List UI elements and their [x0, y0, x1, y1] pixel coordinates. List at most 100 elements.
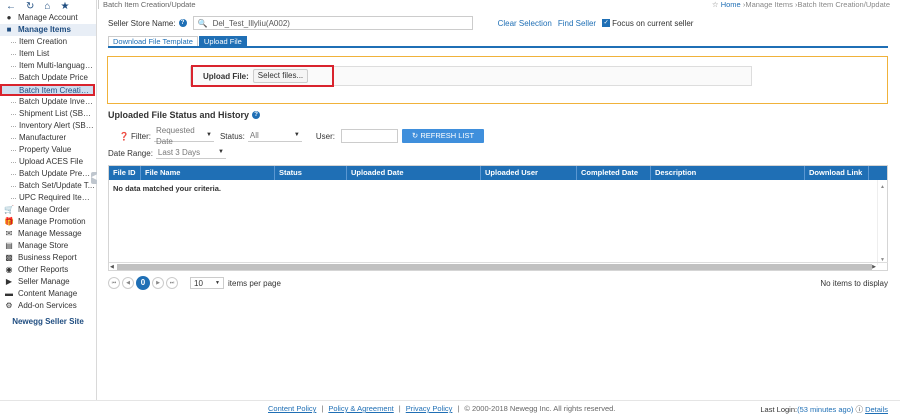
footer-links: Content Policy | Policy & Agreement | Pr… [268, 404, 615, 413]
search-icon[interactable]: 🔍 [198, 19, 208, 28]
footer-separator: | [321, 404, 324, 413]
checkbox-checked-icon[interactable]: ✓ [602, 19, 611, 27]
sidebar-item-manage-store[interactable]: ▤ Manage Store [0, 240, 96, 252]
star-icon[interactable]: ★ [60, 1, 69, 12]
help-icon[interactable]: ❓ [119, 132, 129, 141]
horizontal-scrollbar[interactable]: ◀ ▶ [109, 262, 888, 270]
cart-icon: 🛒 [4, 205, 14, 214]
refresh-list-button[interactable]: ↻ REFRESH LIST [402, 129, 484, 143]
date-range-label: Date Range: [108, 148, 153, 158]
folder-icon: ▬ [5, 289, 13, 298]
help-icon[interactable]: ? [252, 111, 261, 119]
bar-chart-icon: ▩ [5, 253, 13, 262]
sidebar-item-label: Manage Store [18, 241, 69, 250]
focus-seller-checkbox[interactable]: ✓ Focus on current seller [602, 19, 693, 28]
sidebar-subitem-inventory-alert[interactable]: Inventory Alert (SBN... [0, 120, 96, 132]
scroll-up-icon[interactable]: ▲ [880, 184, 885, 190]
sidebar-item-label: Seller Manage [18, 277, 70, 286]
status-dropdown[interactable]: All ▼ [247, 130, 302, 142]
last-page-icon[interactable]: ⏭ [166, 277, 178, 289]
status-value: All [249, 131, 259, 140]
vertical-scrollbar[interactable]: ▲ ▼ [877, 180, 887, 265]
seller-store-value: Del_Test_Illyliu(A002) [212, 18, 290, 28]
star-icon[interactable]: ☆ [712, 0, 719, 9]
sidebar-subitem-property-value[interactable]: Property Value [0, 144, 96, 156]
column-header-uploaded-user[interactable]: Uploaded User [481, 166, 577, 180]
upload-dropzone[interactable]: Upload File: Select files... [190, 65, 752, 87]
first-page-icon[interactable]: ⏮ [108, 277, 120, 289]
next-page-icon[interactable]: ▶ [152, 277, 164, 289]
current-page[interactable]: 0 [136, 276, 150, 290]
items-icon: ■ [6, 25, 12, 34]
column-header-file-id[interactable]: File ID [109, 166, 141, 180]
find-seller-link[interactable]: Find Seller [558, 19, 596, 28]
sidebar-item-seller-manage[interactable]: ▶ Seller Manage [0, 276, 96, 288]
sidebar-item-manage-order[interactable]: 🛒 Manage Order [0, 204, 96, 216]
sidebar-subitem-batch-set-update[interactable]: Batch Set/Update T... [0, 180, 96, 192]
sidebar-item-content-manage[interactable]: ▬ Content Manage [0, 288, 96, 300]
breadcrumb-home-link[interactable]: Home [721, 0, 741, 9]
history-grid: File ID File Name Status Uploaded Date U… [108, 165, 888, 271]
sidebar-item-manage-account[interactable]: ● Manage Account [0, 12, 96, 24]
help-icon[interactable]: ? [178, 19, 187, 27]
back-arrow-icon[interactable]: ← [6, 1, 16, 12]
sidebar-subitem-batch-update-inventory[interactable]: Batch Update Invent... [0, 96, 96, 108]
seller-store-field[interactable]: 🔍 Del_Test_Illyliu(A002) [192, 16, 473, 30]
sidebar-subitem-upc-required-item[interactable]: UPC Required Item ... [0, 192, 96, 204]
prev-page-icon[interactable]: ◀ [122, 277, 134, 289]
column-header-completed-date[interactable]: Completed Date [577, 166, 651, 180]
scroll-left-icon[interactable]: ◀ [110, 263, 114, 271]
privacy-policy-link[interactable]: Privacy Policy [406, 404, 453, 413]
select-files-button[interactable]: Select files... [252, 69, 309, 83]
breadcrumb-bar: Batch Item Creation/Update ☆ Home ›Manag… [98, 0, 900, 9]
last-login-label: Last Login: [760, 405, 798, 414]
home-icon[interactable]: ⌂ [44, 1, 50, 12]
footer-separator: | [398, 404, 401, 413]
sidebar-subitem-batch-update-premium[interactable]: Batch Update Premi... [0, 168, 96, 180]
sidebar-subitem-upload-aces-file[interactable]: Upload ACES File [0, 156, 96, 168]
sidebar-item-manage-items[interactable]: ■ Manage Items [0, 24, 96, 36]
seller-store-label: Seller Store Name: [108, 18, 176, 28]
date-range-dropdown[interactable]: Last 3 Days ▼ [155, 147, 226, 159]
chevron-down-icon: ▼ [206, 132, 212, 138]
grid-empty-message: No data matched your criteria. [113, 184, 221, 193]
history-section-title: Uploaded File Status and History ? [108, 110, 261, 120]
scrollbar-thumb[interactable] [117, 264, 872, 270]
sidebar-subitem-item-creation[interactable]: Item Creation [0, 36, 96, 48]
sidebar-subitem-batch-update-price[interactable]: Batch Update Price [0, 72, 96, 84]
column-header-status[interactable]: Status [275, 166, 347, 180]
page-size-dropdown[interactable]: 10 ▼ [190, 277, 224, 289]
upload-highlight: Upload File: Select files... [191, 65, 334, 87]
sidebar-item-other-reports[interactable]: ◉ Other Reports [0, 264, 96, 276]
sidebar-subitem-item-list[interactable]: Item List [0, 48, 96, 60]
details-link[interactable]: Details [865, 405, 888, 414]
sidebar-subitem-item-multi-language[interactable]: Item Multi-language ... [0, 60, 96, 72]
column-header-uploaded-date[interactable]: Uploaded Date [347, 166, 481, 180]
column-header-file-name[interactable]: File Name [141, 166, 275, 180]
column-header-download-link[interactable]: Download Link [805, 166, 869, 180]
sidebar-item-manage-promotion[interactable]: 🎁 Manage Promotion [0, 216, 96, 228]
filter-dropdown[interactable]: Requested Date ▼ [153, 126, 214, 146]
sidebar-subitem-manufacturer[interactable]: Manufacturer [0, 132, 96, 144]
breadcrumb-manage-items[interactable]: ›Manage Items [743, 0, 793, 9]
scroll-right-icon[interactable]: ▶ [872, 263, 876, 271]
sidebar-item-label: Content Manage [18, 289, 78, 298]
sidebar-subitem-batch-item-creation[interactable]: Batch Item Creation... [0, 84, 95, 96]
sidebar-collapse-handle[interactable]: ◀ [91, 172, 97, 184]
sidebar-subitem-shipment-list[interactable]: Shipment List (SBN ... [0, 108, 96, 120]
refresh-icon[interactable]: ↻ [26, 1, 34, 12]
sidebar-item-business-report[interactable]: ▩ Business Report [0, 252, 96, 264]
sidebar-item-add-on-services[interactable]: ⚙ Add-on Services [0, 300, 96, 312]
no-items-label: No items to display [820, 278, 888, 288]
main-content: Batch Item Creation/Update ☆ Home ›Manag… [98, 0, 900, 400]
filter-value: Requested Date [155, 125, 195, 146]
filter-label: Filter: [130, 131, 151, 141]
sidebar-item-manage-message[interactable]: ✉ Manage Message [0, 228, 96, 240]
column-header-description[interactable]: Description [651, 166, 805, 180]
tab-upload-file[interactable]: Upload File [198, 36, 247, 46]
clear-selection-link[interactable]: Clear Selection [498, 19, 552, 28]
policy-agreement-link[interactable]: Policy & Agreement [328, 404, 393, 413]
content-policy-link[interactable]: Content Policy [268, 404, 316, 413]
user-input[interactable] [341, 129, 398, 143]
tab-download-file-template[interactable]: Download File Template [108, 36, 198, 46]
